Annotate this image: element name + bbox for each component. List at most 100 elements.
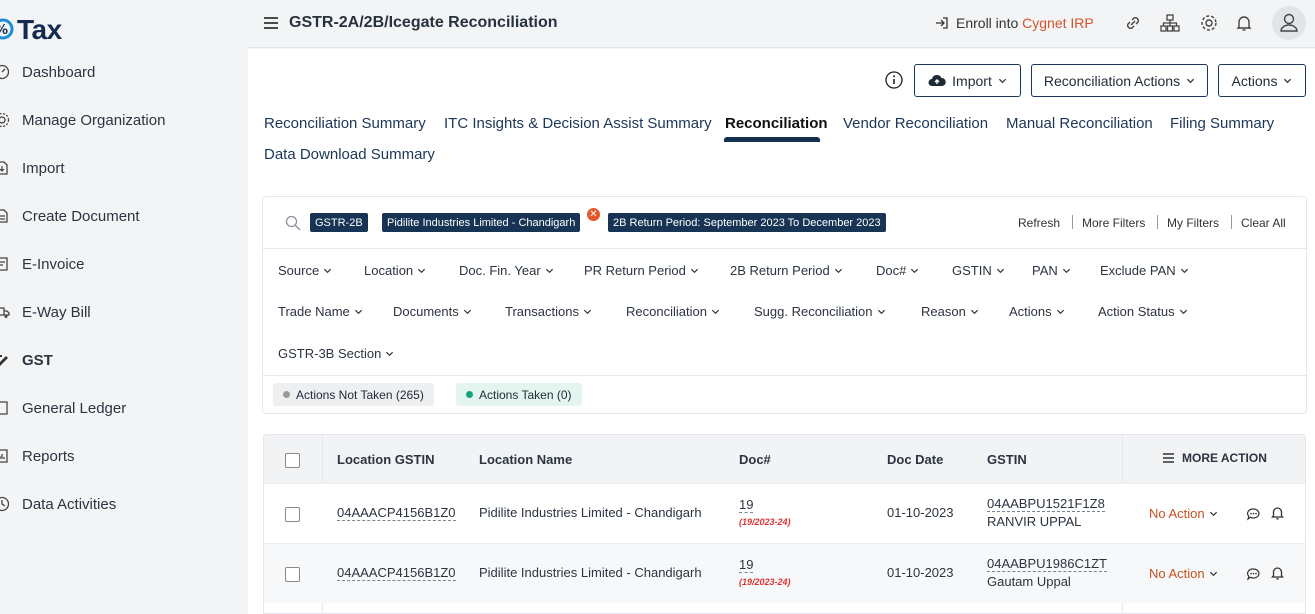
filter-chip-return-period[interactable]: 2B Return Period: September 2023 To Dece…	[608, 213, 886, 232]
filter-actions-dropdown[interactable]: Actions	[1009, 304, 1065, 319]
filter-chip-source[interactable]: GSTR-2B	[310, 213, 368, 232]
location-name: Pidilite Industries Limited - Chandigarh	[479, 565, 702, 580]
settings-icon[interactable]	[1199, 13, 1219, 33]
column-header-doc-date[interactable]: Doc Date	[887, 452, 943, 467]
tab-filing-summary[interactable]: Filing Summary	[1170, 115, 1274, 132]
filter-gstr-3b-section-dropdown[interactable]: GSTR-3B Section	[278, 346, 394, 361]
sidebar-item-import[interactable]: Import	[0, 148, 248, 188]
remove-chip-icon[interactable]: ✕	[587, 208, 600, 221]
refresh-link[interactable]: Refresh	[1018, 216, 1060, 230]
filter-gstin-dropdown[interactable]: GSTIN	[952, 263, 1005, 278]
enroll-cygnet-irp-link[interactable]: Enroll into Cygnet IRP	[934, 15, 1094, 31]
enroll-brand: Cygnet IRP	[1022, 15, 1094, 31]
bell-icon[interactable]	[1270, 565, 1285, 580]
gstin-link[interactable]: 04AABPU1521F1Z8	[987, 496, 1105, 512]
import-button[interactable]: Import	[914, 64, 1021, 97]
clear-all-link[interactable]: Clear All	[1241, 216, 1286, 230]
filter-action-status-dropdown[interactable]: Action Status	[1098, 304, 1188, 319]
separator	[1072, 215, 1073, 229]
sidebar-item-gst[interactable]: GST	[0, 340, 248, 380]
table-row[interactable]: 04AAACP4156B1Z0 Pidilite Industries Limi…	[264, 483, 1305, 543]
dropdown-label: Location	[364, 263, 414, 278]
location-gstin-link[interactable]: 04AAACP4156B1Z0	[337, 565, 456, 581]
hamburger-menu-icon[interactable]	[262, 14, 280, 32]
filter-doc-fin-year-dropdown[interactable]: Doc. Fin. Year	[459, 263, 554, 278]
doc-date: 01-10-2023	[887, 565, 954, 580]
actions-taken-pill[interactable]: Actions Taken (0)	[456, 383, 582, 406]
filter-source-dropdown[interactable]: Source	[278, 263, 332, 278]
column-header-location-name[interactable]: Location Name	[479, 452, 572, 467]
sign-in-icon	[936, 17, 948, 29]
select-all-checkbox[interactable]	[285, 453, 300, 468]
row-action-label: No Action	[1149, 566, 1205, 581]
filter-trade-name-dropdown[interactable]: Trade Name	[278, 304, 363, 319]
row-action-dropdown[interactable]: No Action	[1149, 506, 1218, 521]
reconciliation-actions-button[interactable]: Reconciliation Actions	[1031, 64, 1208, 97]
table-row[interactable]: 04AAACP4156B1Z0 Pidilite Industries Limi…	[264, 543, 1305, 603]
tab-reconciliation[interactable]: Reconciliation	[725, 115, 828, 132]
tab-vendor-reconciliation[interactable]: Vendor Reconciliation	[843, 115, 988, 132]
filter-documents-dropdown[interactable]: Documents	[393, 304, 472, 319]
sidebar-item-dashboard[interactable]: Dashboard	[0, 52, 248, 92]
tab-manual-reconciliation[interactable]: Manual Reconciliation	[1006, 115, 1153, 132]
chevron-down-icon	[1179, 309, 1187, 315]
my-filters-link[interactable]: My Filters	[1167, 216, 1219, 230]
gstin-link[interactable]: 04AABPU1986C1ZT	[987, 556, 1107, 572]
location-gstin-link[interactable]: 04AAACP4156B1Z0	[337, 505, 456, 521]
sidebar-item-reports[interactable]: Reports	[0, 436, 248, 476]
dropdown-label: GSTR-3B Section	[278, 346, 382, 361]
row-action-dropdown[interactable]: No Action	[1149, 566, 1218, 581]
sidebar-item-e-way-bill[interactable]: E-Way Bill	[0, 292, 248, 332]
dropdown-label: Reason	[921, 304, 966, 319]
doc-number-link[interactable]: 19	[739, 497, 754, 513]
svg-text:%: %	[0, 23, 8, 38]
row-checkbox[interactable]	[285, 567, 300, 582]
top-bar: GSTR-2A/2B/Icegate Reconciliation Enroll…	[248, 0, 1315, 48]
chevron-down-icon	[877, 309, 885, 315]
filter-transactions-dropdown[interactable]: Transactions	[505, 304, 592, 319]
row-checkbox[interactable]	[285, 507, 300, 522]
column-header-doc-number[interactable]: Doc#	[739, 452, 771, 467]
sidebar-item-manage-organization[interactable]: Manage Organization	[0, 100, 248, 140]
reconciliation-table: Location GSTIN Location Name Doc# Doc Da…	[263, 434, 1306, 614]
more-action-menu[interactable]: MORE ACTION	[1162, 451, 1267, 465]
sidebar-item-general-ledger[interactable]: General Ledger	[0, 388, 248, 428]
doc-number-link[interactable]: 19	[739, 557, 754, 573]
dropdown-label: PR Return Period	[584, 263, 686, 278]
info-icon[interactable]	[885, 71, 903, 89]
column-header-location-gstin[interactable]: Location GSTIN	[337, 452, 435, 467]
sidebar-item-data-activities[interactable]: Data Activities	[0, 484, 248, 524]
search-icon[interactable]	[285, 215, 301, 231]
more-filters-link[interactable]: More Filters	[1082, 216, 1145, 230]
gear-icon	[0, 112, 10, 128]
filter-doc-number-dropdown[interactable]: Doc#	[876, 263, 919, 278]
comment-icon[interactable]	[1246, 567, 1261, 582]
comment-icon[interactable]	[1246, 507, 1261, 522]
actions-not-taken-pill[interactable]: Actions Not Taken (265)	[273, 383, 434, 406]
chevron-down-icon	[834, 268, 842, 274]
sidebar-item-e-invoice[interactable]: E-Invoice	[0, 244, 248, 284]
actions-button[interactable]: Actions	[1218, 64, 1306, 97]
filter-location-dropdown[interactable]: Location	[364, 263, 426, 278]
chevron-down-icon	[690, 268, 698, 274]
link-icon[interactable]	[1123, 13, 1143, 33]
filter-panel: GSTR-2B Pidilite Industries Limited - Ch…	[262, 196, 1307, 414]
chevron-down-icon	[324, 268, 332, 274]
tab-itc-insights[interactable]: ITC Insights & Decision Assist Summary	[444, 115, 712, 132]
filter-pan-dropdown[interactable]: PAN	[1032, 263, 1071, 278]
sitemap-icon[interactable]	[1160, 13, 1180, 33]
bell-icon[interactable]	[1270, 505, 1285, 520]
filter-reason-dropdown[interactable]: Reason	[921, 304, 979, 319]
tab-reconciliation-summary[interactable]: Reconciliation Summary	[264, 115, 426, 132]
filter-2b-return-period-dropdown[interactable]: 2B Return Period	[730, 263, 843, 278]
sidebar-item-create-document[interactable]: Create Document	[0, 196, 248, 236]
tab-data-download-summary[interactable]: Data Download Summary	[264, 146, 435, 163]
filter-pr-return-period-dropdown[interactable]: PR Return Period	[584, 263, 699, 278]
filter-chip-location[interactable]: Pidilite Industries Limited - Chandigarh	[382, 213, 581, 232]
column-header-gstin[interactable]: GSTIN	[987, 452, 1027, 467]
filter-exclude-pan-dropdown[interactable]: Exclude PAN	[1100, 263, 1189, 278]
bell-icon[interactable]	[1234, 13, 1254, 33]
filter-sugg-reconciliation-dropdown[interactable]: Sugg. Reconciliation	[754, 304, 886, 319]
filter-reconciliation-dropdown[interactable]: Reconciliation	[626, 304, 720, 319]
user-avatar[interactable]	[1272, 6, 1306, 40]
